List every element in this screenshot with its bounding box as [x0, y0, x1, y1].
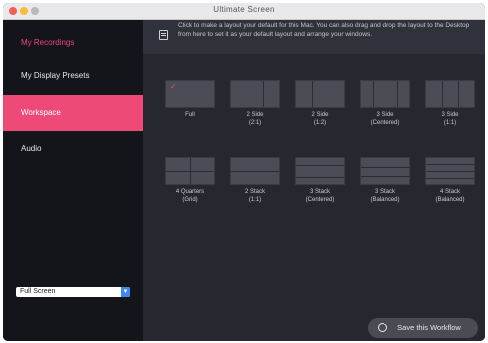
layout-thumbnail — [295, 80, 345, 108]
save-workflow-button[interactable]: Save this Workflow — [368, 318, 478, 338]
layout-thumbnail — [165, 157, 215, 185]
display-select-value: Full Screen — [20, 288, 56, 295]
save-icon — [378, 321, 387, 332]
main-panel: Click to make a layout your default for … — [143, 20, 485, 341]
title-bar: Ultimate Screen — [3, 3, 485, 20]
sidebar-item-workspace[interactable]: Workspace — [3, 95, 143, 131]
sidebar-item-display-presets[interactable]: My Display Presets — [3, 59, 143, 93]
sidebar: My Recordings My Display Presets Workspa… — [3, 20, 143, 341]
layout-label: 3 Side (1:1) — [441, 112, 459, 126]
sidebar-item-audio[interactable]: Audio — [3, 132, 143, 166]
layout-thumbnail: ✓ — [165, 80, 215, 108]
layout-label: 4 Stack (Balanced) — [435, 189, 465, 203]
layout-thumbnail — [230, 157, 280, 185]
app-window: Ultimate Screen My Recordings My Display… — [3, 3, 485, 341]
layout-thumbnail — [425, 80, 475, 108]
note-icon — [159, 30, 168, 40]
layout-thumbnail — [230, 80, 280, 108]
layout-label: 3 Side (Centered) — [370, 112, 400, 126]
checkmark-icon: ✓ — [170, 82, 177, 91]
layout-thumbnail — [295, 157, 345, 185]
layout-label: 4 Quarters (Grid) — [175, 189, 205, 203]
window-title: Ultimate Screen — [213, 5, 275, 14]
layout-label: 2 Stack (1:1) — [244, 189, 265, 203]
layout-thumbnail — [425, 157, 475, 185]
layout-label: 2 Side (2:1) — [246, 112, 264, 126]
banner-text: Click to make a layout your default for … — [178, 22, 470, 38]
chevron-down-icon: ▼ — [121, 287, 130, 297]
layout-label: 2 Side (1:2) — [311, 112, 329, 126]
layout-label: 3 Stack (Balanced) — [370, 189, 400, 203]
info-banner: Click to make a layout your default for … — [143, 20, 485, 54]
layout-thumbnail — [360, 157, 410, 185]
display-select[interactable]: Full Screen ▼ — [16, 287, 130, 297]
save-workflow-label: Save this Workflow — [397, 323, 461, 332]
layout-label: Full — [185, 112, 195, 118]
sidebar-item-recordings[interactable]: My Recordings — [3, 26, 143, 60]
layout-thumbnail — [360, 80, 410, 108]
layout-label: 3 Stack (Centered) — [305, 189, 335, 203]
